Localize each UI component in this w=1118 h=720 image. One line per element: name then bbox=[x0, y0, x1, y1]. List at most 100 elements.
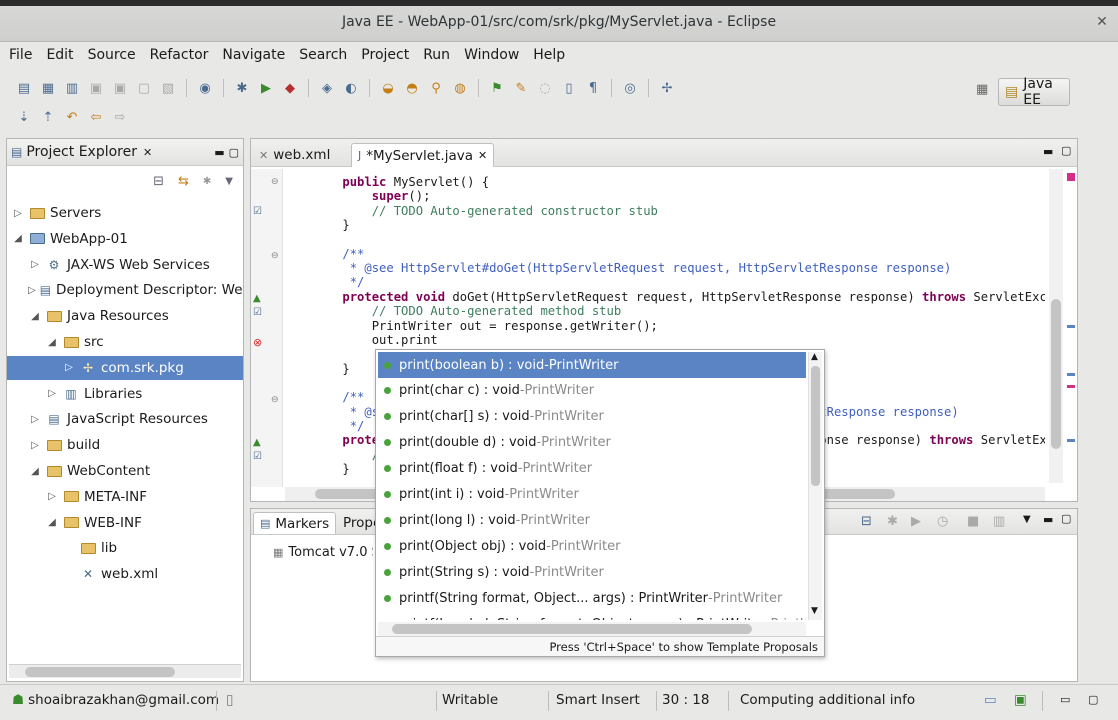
project-explorer-title[interactable]: Project Explorer bbox=[26, 144, 137, 160]
tree-item-web-xml[interactable]: ✕ web.xml bbox=[7, 562, 243, 586]
new-wizard-icon[interactable]: ▥ bbox=[62, 78, 82, 98]
menu-search[interactable]: Search bbox=[294, 47, 352, 63]
tree-item-deployment-descriptor-webapp-01[interactable]: ▷▤ Deployment Descriptor: WebApp-01 bbox=[7, 278, 243, 302]
code-line[interactable]: /** bbox=[313, 247, 364, 262]
menu-edit[interactable]: Edit bbox=[41, 47, 78, 63]
view-menu-chevron-icon[interactable]: ▼ bbox=[225, 176, 233, 187]
restore-icon[interactable]: ▭ bbox=[1060, 689, 1070, 711]
code-line[interactable]: protected void doGet(HttpServletRequest … bbox=[313, 290, 1045, 305]
show-whitespace-icon[interactable]: ¶ bbox=[583, 78, 603, 98]
debug-icon[interactable]: ✱ bbox=[232, 78, 252, 98]
web-browser-icon[interactable]: ◉ bbox=[195, 78, 215, 98]
menu-file[interactable]: File bbox=[4, 47, 37, 63]
fold-icon[interactable]: ⊖ bbox=[271, 251, 279, 261]
tree-item-meta-inf[interactable]: ▷ META-INF bbox=[7, 485, 243, 509]
fold-icon[interactable]: ⊖ bbox=[271, 177, 279, 187]
toggle-mark-icon[interactable]: ⚑ bbox=[487, 78, 507, 98]
search-icon[interactable]: ⚲ bbox=[426, 78, 446, 98]
proposal-item[interactable]: print(char c) : void - PrintWriter bbox=[378, 378, 806, 404]
horizontal-scrollbar[interactable] bbox=[9, 664, 241, 678]
expanded-arrow-icon[interactable]: ◢ bbox=[28, 311, 42, 322]
quick-access-icon[interactable]: ▯ bbox=[226, 689, 233, 711]
warning-mark[interactable] bbox=[1067, 439, 1075, 442]
scrollbar-thumb[interactable] bbox=[811, 366, 820, 486]
scrollbar-thumb[interactable] bbox=[25, 667, 175, 677]
collapsed-arrow-icon[interactable]: ▷ bbox=[28, 414, 42, 425]
scroll-down-icon[interactable]: ▼ bbox=[811, 606, 818, 616]
publish-icon[interactable]: ▧ bbox=[158, 78, 178, 98]
forward-icon[interactable]: ⇨ bbox=[110, 107, 130, 127]
warning-mark[interactable] bbox=[1067, 373, 1075, 376]
scrollbar-thumb[interactable] bbox=[392, 624, 752, 634]
insert-mode-status[interactable]: Smart Insert bbox=[556, 689, 640, 711]
external-tools-icon[interactable]: ◆ bbox=[280, 78, 300, 98]
java-ee-perspective-button[interactable]: ▤ Java EE bbox=[998, 76, 1070, 108]
progress-bar-icon[interactable]: ▭ bbox=[984, 689, 997, 711]
fold-icon[interactable]: ⊖ bbox=[271, 395, 279, 405]
menu-window[interactable]: Window bbox=[459, 47, 524, 63]
view-menu-icon[interactable]: ▼ bbox=[1023, 514, 1031, 525]
expanded-arrow-icon[interactable]: ◢ bbox=[45, 337, 59, 348]
tree-item-webapp-01[interactable]: ◢ WebApp-01 bbox=[7, 227, 243, 251]
error-mark[interactable] bbox=[1067, 173, 1075, 181]
proposal-item[interactable]: printf(String format, Object... args) : … bbox=[378, 585, 806, 611]
link-with-editor-icon[interactable]: ⇆ bbox=[178, 174, 189, 189]
code-line[interactable]: // TODO Auto-generated method stub bbox=[313, 304, 621, 319]
expanded-arrow-icon[interactable]: ◢ bbox=[11, 233, 25, 244]
mark-occurrences-icon[interactable]: ✎ bbox=[511, 78, 531, 98]
code-line[interactable]: /** bbox=[313, 390, 364, 405]
code-line[interactable]: super(); bbox=[313, 189, 431, 204]
tree-item-java-resources[interactable]: ◢ Java Resources bbox=[7, 304, 243, 328]
code-line[interactable]: */ bbox=[313, 419, 365, 434]
print-icon[interactable]: ▢ bbox=[134, 78, 154, 98]
code-line[interactable]: } bbox=[313, 462, 349, 477]
minimize-icon[interactable]: ▬ bbox=[1043, 513, 1053, 526]
stop-server-icon[interactable]: ■ bbox=[967, 514, 979, 529]
previous-annotation-icon[interactable]: ⇡ bbox=[38, 107, 58, 127]
proposal-vertical-scrollbar[interactable]: ▲ ▼ bbox=[808, 352, 822, 620]
scrollbar-thumb[interactable] bbox=[1051, 299, 1061, 449]
account-indicator[interactable]: ☗ shoaibrazakhan@gmail.com bbox=[12, 689, 219, 711]
block-selection-icon[interactable]: ◌ bbox=[535, 78, 555, 98]
code-line[interactable]: out.print bbox=[313, 333, 438, 348]
collapsed-arrow-icon[interactable]: ▷ bbox=[28, 259, 42, 270]
proposal-item[interactable]: print(Object obj) : void - PrintWriter bbox=[378, 533, 806, 559]
expanded-arrow-icon[interactable]: ◢ bbox=[28, 466, 42, 477]
menu-refactor[interactable]: Refactor bbox=[145, 47, 214, 63]
start-server-icon[interactable]: ▶ bbox=[911, 514, 921, 529]
last-edit-location-icon[interactable]: ↶ bbox=[62, 107, 82, 127]
back-icon[interactable]: ⇦ bbox=[86, 107, 106, 127]
tab-myservlet-java[interactable]: J *MyServlet.java ✕ bbox=[351, 143, 495, 167]
publish-icon[interactable]: ▥ bbox=[993, 514, 1005, 529]
maximize-icon[interactable]: ▢ bbox=[229, 146, 239, 159]
new-server-icon[interactable]: ◈ bbox=[317, 78, 337, 98]
tab-web-xml[interactable]: ✕ web.xml bbox=[253, 143, 336, 167]
debug-server-icon[interactable]: ✱ bbox=[887, 514, 898, 529]
tree-item-web-inf[interactable]: ◢ WEB-INF bbox=[7, 511, 243, 535]
open-type-icon[interactable]: ◒ bbox=[378, 78, 398, 98]
collapsed-arrow-icon[interactable]: ▷ bbox=[11, 208, 25, 219]
minimize-icon[interactable]: ▬ bbox=[214, 146, 224, 159]
scroll-up-icon[interactable]: ▲ bbox=[811, 352, 818, 362]
error-mark[interactable] bbox=[1067, 385, 1075, 388]
collapsed-arrow-icon[interactable]: ▷ bbox=[45, 388, 59, 399]
open-icon[interactable]: ▦ bbox=[38, 78, 58, 98]
run-icon[interactable]: ▶ bbox=[256, 78, 276, 98]
next-annotation-icon[interactable]: ⇣ bbox=[14, 107, 34, 127]
proposal-item[interactable]: print(boolean b) : void - PrintWriter bbox=[378, 352, 806, 378]
minimize-icon[interactable]: ▬ bbox=[1043, 145, 1053, 158]
tree-item-lib[interactable]: lib bbox=[7, 536, 243, 560]
maximize-icon[interactable]: ▢ bbox=[1061, 512, 1071, 525]
close-tab-icon[interactable]: ✕ bbox=[478, 149, 487, 162]
maximize-icon[interactable]: ▢ bbox=[1088, 689, 1098, 711]
code-line[interactable]: * @see HttpServlet#doGet(HttpServletRequ… bbox=[313, 261, 952, 276]
view-menu-icon[interactable]: ✱ bbox=[203, 176, 211, 187]
proposal-item[interactable]: print(char[] s) : void - PrintWriter bbox=[378, 404, 806, 430]
maximize-icon[interactable]: ▢ bbox=[1061, 144, 1071, 157]
code-line[interactable]: } bbox=[313, 362, 349, 377]
code-line[interactable]: public MyServlet() { bbox=[313, 175, 489, 190]
proposal-item[interactable]: print(double d) : void - PrintWriter bbox=[378, 430, 806, 456]
menu-navigate[interactable]: Navigate bbox=[217, 47, 290, 63]
code-line[interactable]: // TODO Auto-generated constructor stub bbox=[313, 204, 658, 219]
save-icon[interactable]: ▣ bbox=[86, 78, 106, 98]
